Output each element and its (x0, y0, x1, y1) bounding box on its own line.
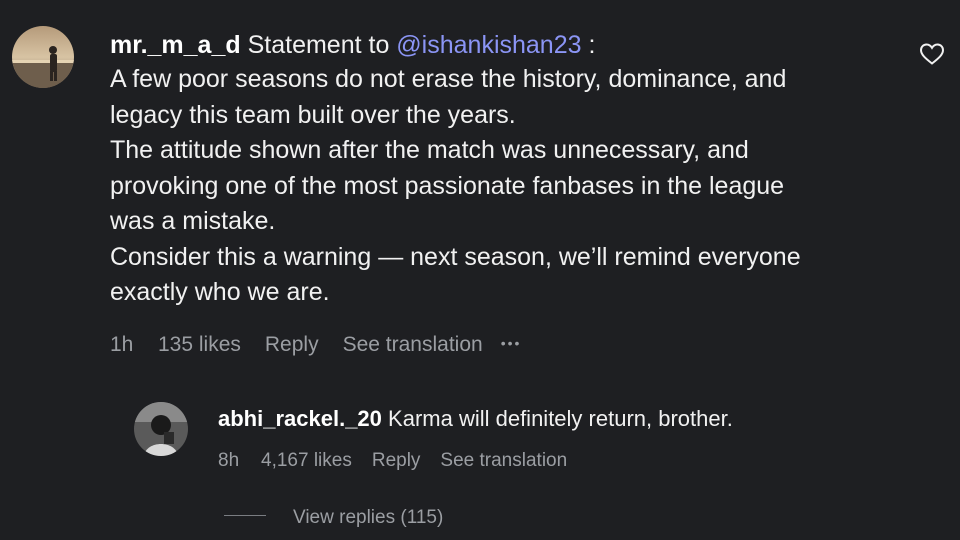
comment-header: mr._m_a_d Statement to @ishankishan23 : (110, 28, 910, 62)
avatar[interactable] (12, 26, 74, 88)
see-translation-button[interactable]: See translation (343, 333, 483, 357)
comment-line: was a mistake. (110, 207, 276, 235)
more-options-icon[interactable]: ••• (501, 335, 522, 351)
avatar[interactable] (134, 402, 188, 456)
comment-line: provoking one of the most passionate fan… (110, 171, 785, 200)
comment-body: A few poor seasons do not erase the hist… (110, 62, 910, 311)
reply-likes-count[interactable]: 4,167 likes (261, 450, 352, 472)
heart-icon[interactable] (919, 42, 945, 66)
comment-line: Consider this a warning — next season, w… (110, 242, 801, 271)
comment-line: exactly who we are. (110, 278, 330, 306)
comment-username[interactable]: mr._m_a_d (110, 31, 241, 59)
comment-prefix: Statement to (247, 31, 390, 59)
reply-see-translation-button[interactable]: See translation (440, 450, 567, 472)
main-comment: mr._m_a_d Statement to @ishankishan23 : … (110, 28, 910, 311)
reply-comment: abhi_rackel._20 Karma will definitely re… (218, 404, 918, 434)
mention-link[interactable]: @ishankishan23 (396, 31, 581, 59)
reply-username[interactable]: abhi_rackel._20 (218, 406, 382, 431)
comment-meta: 1h 135 likes Reply See translation ••• (110, 333, 521, 357)
comment-line: A few poor seasons do not erase the hist… (110, 65, 787, 93)
reply-text-line: abhi_rackel._20 Karma will definitely re… (218, 404, 918, 434)
comments-panel: mr._m_a_d Statement to @ishankishan23 : … (0, 0, 960, 540)
reply-reply-button[interactable]: Reply (372, 450, 421, 472)
reply-text: Karma will definitely return, brother. (388, 406, 733, 431)
likes-count[interactable]: 135 likes (158, 333, 241, 357)
view-replies-label: View replies (115) (293, 507, 444, 528)
divider-line (224, 515, 266, 517)
view-replies-button[interactable]: View replies (115) (224, 507, 443, 529)
reply-meta: 8h 4,167 likes Reply See translation (218, 450, 567, 472)
comment-timestamp: 1h (110, 333, 134, 356)
comment-line: legacy this team built over the years. (110, 100, 516, 129)
comment-suffix: : (581, 31, 596, 59)
comment-line: The attitude shown after the match was u… (110, 136, 749, 164)
reply-button[interactable]: Reply (265, 333, 319, 357)
reply-timestamp: 8h (218, 450, 240, 471)
